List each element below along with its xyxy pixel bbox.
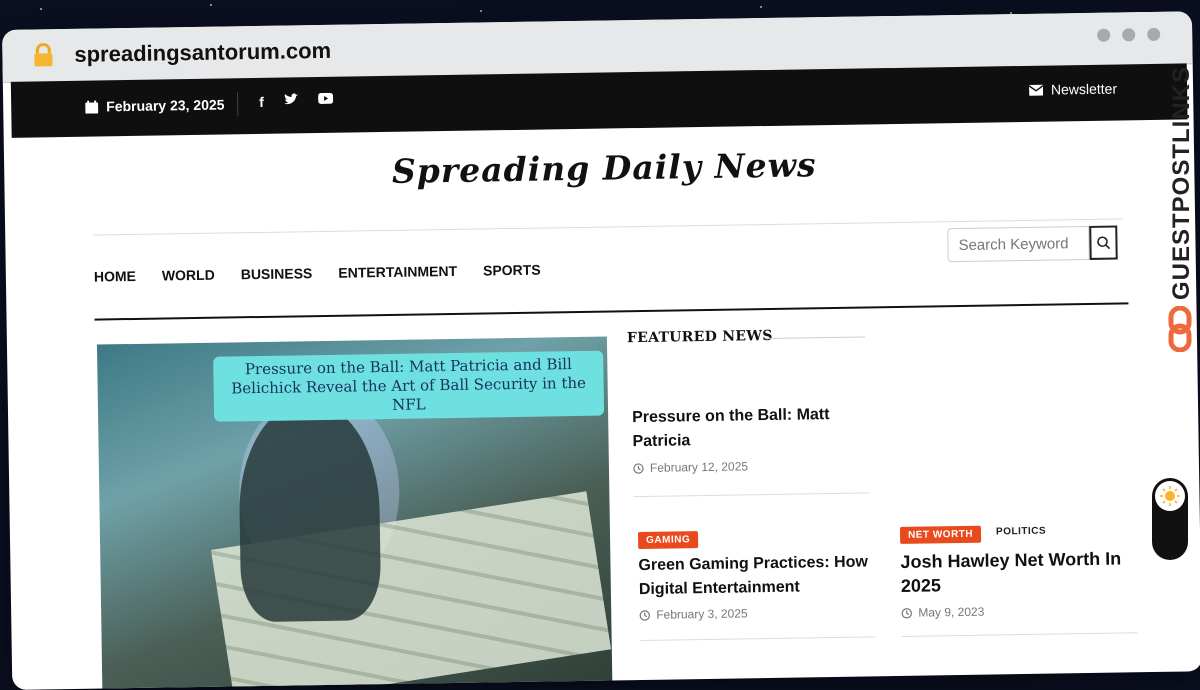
hero-caption: Pressure on the Ball: Matt Patricia and … — [213, 350, 605, 422]
browser-window: spreadingsantorum.com February 23, 2025 … — [2, 11, 1200, 690]
clock-icon — [633, 462, 644, 474]
star — [40, 8, 42, 10]
window-control-dot[interactable] — [1147, 27, 1161, 42]
newsletter-link[interactable]: Newsletter — [1028, 80, 1118, 98]
divider — [901, 632, 1138, 637]
window-control-dot[interactable] — [1097, 28, 1111, 42]
site-title: Spreading Daily News — [391, 145, 817, 191]
search-form: Search Keyword — [947, 225, 1128, 264]
divider — [633, 492, 870, 498]
guestpostlinks-watermark: GUESTPOSTLINKS — [1168, 65, 1195, 300]
search-icon — [1097, 236, 1111, 250]
youtube-icon[interactable] — [317, 92, 333, 105]
article-title[interactable]: Pressure on the Ball: Matt Patricia — [632, 403, 843, 454]
current-date: February 23, 2025 — [85, 97, 225, 115]
article-date: February 3, 2025 — [639, 606, 748, 622]
search-button[interactable] — [1089, 225, 1118, 260]
divider — [764, 336, 865, 340]
nav-item-home[interactable]: HOME — [94, 268, 136, 285]
site-logo[interactable]: Spreading Daily News — [4, 139, 1200, 197]
nav-item-sports[interactable]: SPORTS — [483, 262, 541, 279]
address-bar-url[interactable]: spreadingsantorum.com — [74, 38, 331, 68]
article-title[interactable]: Green Gaming Practices: How Digital Ente… — [638, 550, 875, 602]
main-nav: HOME WORLD BUSINESS ENTERTAINMENT SPORTS — [94, 262, 541, 285]
envelope-icon — [1028, 84, 1044, 96]
star — [480, 10, 482, 12]
date-text: February 3, 2025 — [656, 606, 748, 622]
social-links: f — [259, 92, 333, 110]
date-text: February 23, 2025 — [106, 96, 225, 115]
star — [210, 4, 212, 6]
hero-image[interactable]: Pressure on the Ball: Matt Patricia and … — [96, 336, 613, 690]
sun-icon — [1160, 486, 1180, 506]
facebook-icon[interactable]: f — [259, 94, 264, 110]
date-text: May 9, 2023 — [918, 604, 985, 620]
category-badge[interactable]: GAMING — [637, 531, 699, 550]
nav-underline — [94, 302, 1129, 321]
link-icon — [1168, 306, 1192, 352]
twitter-icon[interactable] — [283, 93, 298, 105]
window-controls — [1097, 27, 1161, 42]
newsletter-label: Newsletter — [1050, 80, 1118, 98]
toggle-knob — [1155, 481, 1185, 511]
theme-toggle[interactable] — [1152, 478, 1188, 560]
date-text: February 12, 2025 — [649, 459, 749, 475]
window-control-dot[interactable] — [1122, 28, 1136, 42]
divider — [639, 636, 876, 642]
category-badge[interactable]: NET WORTH — [899, 525, 982, 544]
featured-news-heading: FEATURED NEWS — [626, 327, 773, 347]
calendar-icon — [85, 100, 99, 114]
clock-icon — [639, 609, 650, 621]
clock-icon — [901, 607, 912, 619]
article-title[interactable]: Josh Hawley Net Worth In 2025 — [900, 546, 1131, 598]
article-date: February 12, 2025 — [633, 459, 748, 475]
nav-item-entertainment[interactable]: ENTERTAINMENT — [338, 263, 457, 281]
nav-item-world[interactable]: WORLD — [162, 267, 215, 284]
nav-item-business[interactable]: BUSINESS — [241, 265, 313, 282]
divider — [237, 92, 239, 117]
star — [760, 6, 762, 8]
category-label[interactable]: POLITICS — [996, 526, 1046, 538]
search-input[interactable]: Search Keyword — [947, 225, 1090, 263]
lock-icon — [34, 43, 53, 67]
article-date: May 9, 2023 — [901, 605, 984, 620]
